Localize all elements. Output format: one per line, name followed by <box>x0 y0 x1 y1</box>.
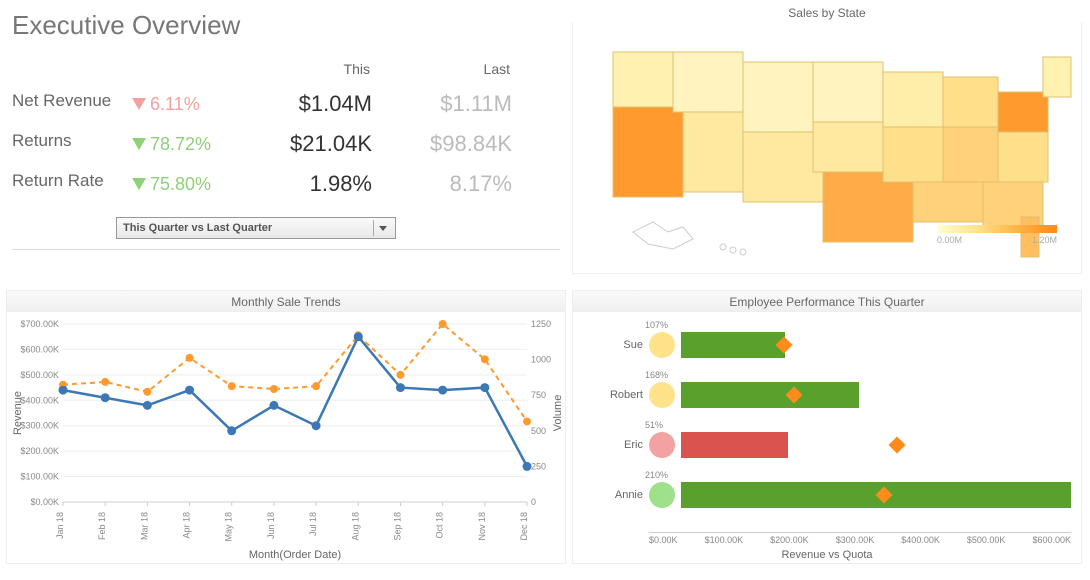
kpi-label: Net Revenue <box>12 91 132 117</box>
kpi-last: 8.17% <box>382 171 522 197</box>
kpi-label: Returns <box>12 131 132 157</box>
emp-panel: Employee Performance This Quarter Sue 10… <box>572 290 1082 574</box>
quota-marker-icon <box>889 437 906 454</box>
arrow-down-icon <box>132 178 146 190</box>
status-dot-icon <box>649 382 675 408</box>
emp-title: Employee Performance This Quarter <box>572 290 1082 312</box>
svg-text:Month(Order Date): Month(Order Date) <box>249 549 341 561</box>
svg-text:750: 750 <box>531 390 546 400</box>
svg-text:$400.00K: $400.00K <box>20 395 59 405</box>
map-panel: Sales by State <box>572 6 1082 284</box>
emp-name: Sue <box>583 339 643 351</box>
svg-text:Nov 18: Nov 18 <box>477 512 487 541</box>
svg-text:$600.00K: $600.00K <box>20 344 59 354</box>
chevron-down-icon <box>373 220 391 236</box>
arrow-down-icon <box>132 98 146 110</box>
kpi-change: 78.72% <box>132 131 242 157</box>
status-dot-icon <box>649 482 675 508</box>
svg-text:$0.00K: $0.00K <box>30 497 59 507</box>
kpi-last: $98.84K <box>382 131 522 157</box>
emp-name: Eric <box>583 439 643 451</box>
kpi-this: 1.98% <box>242 171 382 197</box>
map-title: Sales by State <box>572 6 1082 20</box>
svg-text:250: 250 <box>531 461 546 471</box>
period-selector[interactable]: This Quarter vs Last Quarter <box>116 217 396 239</box>
kpi-panel: Executive Overview This Last Net Revenue… <box>6 6 566 284</box>
svg-text:1250: 1250 <box>531 319 551 329</box>
svg-text:Volume: Volume <box>552 395 563 432</box>
kpi-label: Return Rate <box>12 171 132 197</box>
arrow-down-icon <box>132 138 146 150</box>
svg-text:Aug 18: Aug 18 <box>350 512 360 541</box>
kpi-col-this: This <box>242 61 382 77</box>
map-legend: 0.00M1.20M <box>937 225 1057 245</box>
svg-text:0: 0 <box>531 497 536 507</box>
trends-panel: Monthly Sale Trends $0.00K $100.00K $200.0… <box>6 290 566 574</box>
status-dot-icon <box>649 432 675 458</box>
svg-text:Mar 18: Mar 18 <box>139 512 149 540</box>
emp-row: Sue 107% <box>649 322 1071 368</box>
emp-row: Robert 168% <box>649 372 1071 418</box>
svg-text:500: 500 <box>531 426 546 436</box>
emp-row: Annie 210% <box>649 472 1071 518</box>
svg-text:1000: 1000 <box>531 355 551 365</box>
svg-text:Feb 18: Feb 18 <box>97 512 107 540</box>
kpi-change: 75.80% <box>132 171 242 197</box>
kpi-table: This Last Net Revenue 6.11% $1.04M $1.11… <box>12 61 566 197</box>
emp-x-axis: $0.00K$100.00K$200.00K$300.00K$400.00K$5… <box>649 532 1071 545</box>
svg-text:Jul 18: Jul 18 <box>308 512 318 536</box>
emp-pct: 107% <box>645 320 668 330</box>
period-selector-label: This Quarter vs Last Quarter <box>123 222 272 234</box>
emp-name: Robert <box>583 389 643 401</box>
divider <box>12 249 560 250</box>
svg-text:May 18: May 18 <box>224 512 234 542</box>
page-title: Executive Overview <box>12 10 566 41</box>
svg-text:Oct 18: Oct 18 <box>435 512 445 539</box>
trends-title: Monthly Sale Trends <box>6 290 566 312</box>
svg-text:Jan 18: Jan 18 <box>55 512 65 539</box>
emp-x-label: Revenue vs Quota <box>573 549 1081 561</box>
emp-bar <box>681 332 785 358</box>
svg-text:Jun 18: Jun 18 <box>266 512 276 539</box>
kpi-last: $1.11M <box>382 91 522 117</box>
emp-bar <box>681 432 788 458</box>
kpi-this: $1.04M <box>242 91 382 117</box>
map-body[interactable]: 0.00M1.20M <box>572 22 1082 274</box>
emp-chart[interactable]: Sue 107% Robert 168% Eric 51% An <box>572 312 1082 564</box>
emp-pct: 168% <box>645 370 668 380</box>
svg-text:$500.00K: $500.00K <box>20 370 59 380</box>
trends-chart[interactable]: $0.00K $100.00K $200.00K $300.00K $400.00K $5… <box>6 312 566 564</box>
svg-text:$700.00K: $700.00K <box>20 319 59 329</box>
emp-bar <box>681 382 859 408</box>
kpi-col-last: Last <box>382 61 522 77</box>
svg-text:Sep 18: Sep 18 <box>392 512 402 541</box>
svg-text:Revenue: Revenue <box>12 391 24 435</box>
emp-pct: 51% <box>645 420 663 430</box>
svg-text:Dec 18: Dec 18 <box>519 512 529 541</box>
kpi-change: 6.11% <box>132 91 242 117</box>
emp-pct: 210% <box>645 470 668 480</box>
svg-text:$300.00K: $300.00K <box>20 421 59 431</box>
emp-row: Eric 51% <box>649 422 1071 468</box>
svg-text:Apr 18: Apr 18 <box>182 512 192 539</box>
status-dot-icon <box>649 332 675 358</box>
svg-text:$200.00K: $200.00K <box>20 446 59 456</box>
emp-name: Annie <box>583 489 643 501</box>
kpi-this: $21.04K <box>242 131 382 157</box>
svg-text:$100.00K: $100.00K <box>20 472 59 482</box>
